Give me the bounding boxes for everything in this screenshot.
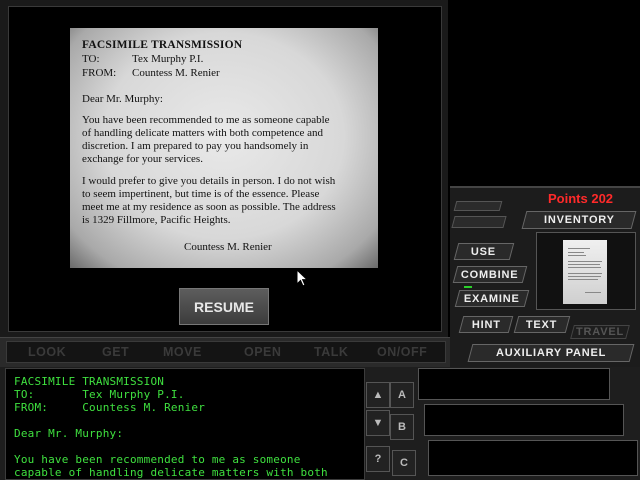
hint-label: HINT <box>471 318 501 331</box>
fax-signature: Countess M. Renier <box>184 241 272 253</box>
travel-button[interactable]: TRAVEL <box>570 325 630 339</box>
resume-button[interactable]: RESUME <box>179 288 269 325</box>
points-display: Points 202 <box>548 191 614 206</box>
slot-c-button[interactable]: C <box>392 450 416 476</box>
fax-paper-icon <box>563 240 607 304</box>
console-line: You have been recommended to me as someo… <box>14 453 301 466</box>
fax-greeting: Dear Mr. Murphy: <box>82 93 163 105</box>
console-line: TO: Tex Murphy P.I. <box>14 388 185 401</box>
scroll-down-icon[interactable]: ▼ <box>366 410 390 436</box>
fax-para2-line: I would prefer to give you details in pe… <box>82 175 336 187</box>
fax-para2-line: meet me at my residence as soon as possi… <box>82 201 336 213</box>
fax-document: FACSIMILE TRANSMISSION TO: Tex Murphy P.… <box>70 28 378 268</box>
verb-open[interactable]: OPEN <box>244 345 281 359</box>
combine-indicator <box>464 286 472 288</box>
hint-button[interactable]: HINT <box>458 316 514 333</box>
examine-button[interactable]: EXAMINE <box>454 290 530 307</box>
use-button[interactable]: USE <box>453 243 515 260</box>
fax-to-value: Tex Murphy P.I. <box>132 53 204 65</box>
console-line: FROM: Countess M. Renier <box>14 401 206 414</box>
auxiliary-panel-label: AUXILIARY PANEL <box>495 347 607 359</box>
travel-label: TRAVEL <box>576 326 624 338</box>
fax-para1-line: of handling delicate matters with both c… <box>82 127 324 139</box>
slot-b-button[interactable]: B <box>390 414 414 440</box>
slot-a-button[interactable]: A <box>390 382 414 408</box>
inventory-button[interactable]: INVENTORY <box>521 211 637 229</box>
fax-para2-line: to seem impertinent, but time is of the … <box>82 188 320 200</box>
save-slot-c[interactable] <box>428 440 638 476</box>
panel-slot <box>451 216 507 228</box>
fax-para1-line: You have been recommended to me as someo… <box>82 114 330 126</box>
console-line: Dear Mr. Murphy: <box>14 427 124 440</box>
console-line: FACSIMILE TRANSMISSION <box>14 375 165 388</box>
fax-para2-line: is 1329 Fillmore, Pacific Heights. <box>82 214 231 226</box>
console-line: capable of handling delicate matters wit… <box>14 466 328 479</box>
combine-button[interactable]: COMBINE <box>452 266 528 283</box>
text-label: TEXT <box>526 318 558 331</box>
auxiliary-panel-button[interactable]: AUXILIARY PANEL <box>467 344 635 362</box>
combine-label: COMBINE <box>461 268 519 281</box>
fax-from-label: FROM: <box>82 67 117 79</box>
verb-get[interactable]: GET <box>102 345 129 359</box>
panel-slot <box>453 201 503 211</box>
fax-para1-line: exchange for your services. <box>82 153 203 165</box>
fax-para1-line: discretion. I am prepared to pay you han… <box>82 140 309 152</box>
text-button[interactable]: TEXT <box>513 316 571 333</box>
verb-move[interactable]: MOVE <box>163 345 202 359</box>
help-button[interactable]: ? <box>366 446 390 472</box>
fax-to-label: TO: <box>82 53 100 65</box>
fax-title: FACSIMILE TRANSMISSION <box>82 39 243 51</box>
fax-from-value: Countess M. Renier <box>132 67 220 79</box>
save-slot-a[interactable] <box>418 368 610 400</box>
inventory-label: INVENTORY <box>543 214 615 226</box>
verb-talk[interactable]: TALK <box>314 345 348 359</box>
verb-look[interactable]: LOOK <box>28 345 66 359</box>
verb-on-off[interactable]: ON/OFF <box>377 345 427 359</box>
examine-label: EXAMINE <box>464 292 520 305</box>
mouse-cursor-icon <box>296 269 308 287</box>
scroll-up-icon[interactable]: ▲ <box>366 382 390 408</box>
use-label: USE <box>471 245 497 258</box>
save-slot-b[interactable] <box>424 404 624 436</box>
